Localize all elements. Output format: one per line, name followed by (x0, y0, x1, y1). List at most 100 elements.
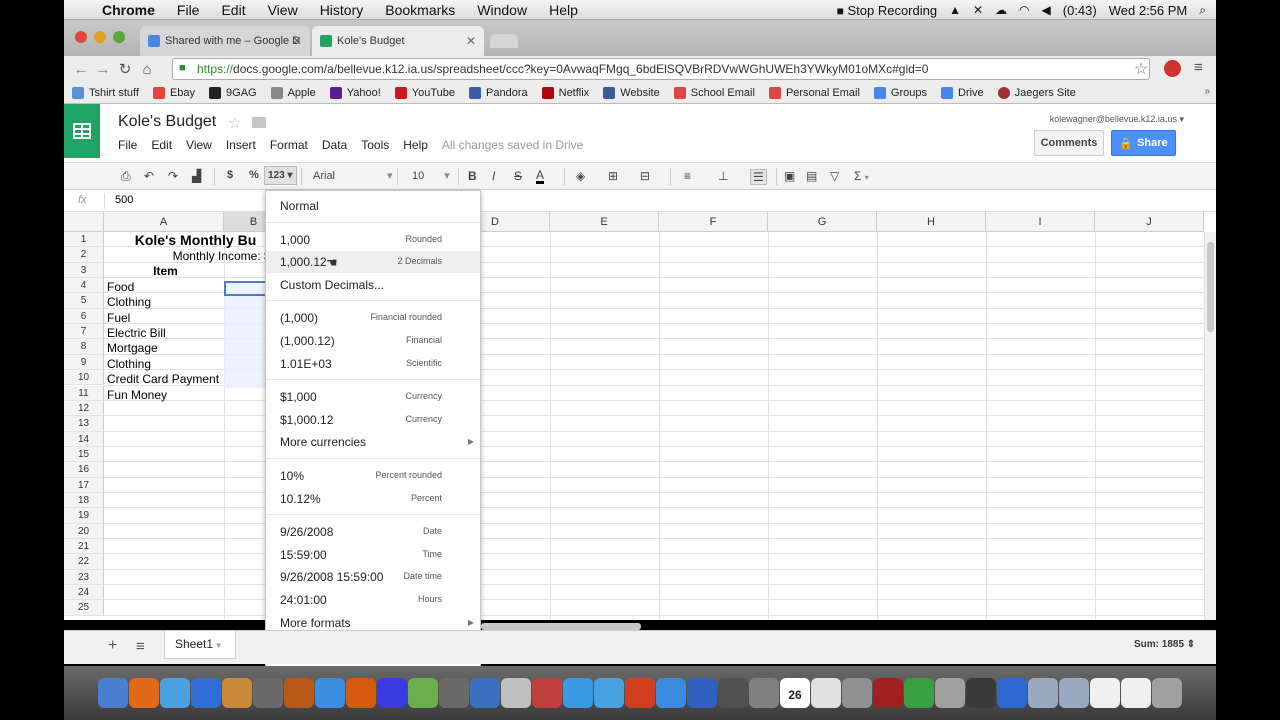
dock-app-icon[interactable] (656, 678, 686, 708)
row-header[interactable]: 19 (64, 508, 104, 524)
dock-app-icon[interactable] (470, 678, 500, 708)
dock-app-icon[interactable] (377, 678, 407, 708)
app-menu[interactable]: Chrome (102, 2, 155, 18)
cell-item[interactable]: Mortgage (104, 341, 224, 356)
zoom-window-icon[interactable] (113, 31, 125, 43)
dock-app-icon[interactable] (315, 678, 345, 708)
horizontal-scroll-thumb[interactable] (481, 623, 641, 630)
menu-help[interactable]: Help (549, 2, 578, 18)
spotlight-search-icon[interactable]: ⌕ (1199, 3, 1206, 18)
cell-item[interactable]: Clothing (104, 295, 224, 310)
dock-app-icon[interactable] (501, 678, 531, 708)
percent-format-button[interactable]: % (249, 169, 259, 181)
cloud-icon[interactable]: ☁ (995, 3, 1007, 17)
cell-a3-item-header[interactable]: Item (104, 264, 224, 279)
all-sheets-icon[interactable]: ≡ (136, 638, 145, 655)
select-all-corner[interactable] (64, 212, 104, 232)
row-header[interactable]: 20 (64, 523, 104, 539)
menu-bookmarks[interactable]: Bookmarks (385, 2, 455, 18)
text-color-button[interactable]: A (536, 169, 545, 184)
insert-comment-icon[interactable]: ▣ (784, 169, 795, 183)
row-header[interactable]: 1 (64, 232, 104, 248)
row-header[interactable]: 6 (64, 308, 104, 325)
account-email[interactable]: kolewagner@bellevue.k12.ia.us ▾ (1050, 114, 1184, 125)
format-option[interactable]: 9/26/2008 15:59:00 Date time (266, 566, 480, 588)
sum-status[interactable]: Sum: 1885 ⇕ (1134, 639, 1195, 650)
stop-recording[interactable]: ■ Stop Recording (837, 3, 938, 18)
dock-app-icon[interactable] (439, 678, 469, 708)
format-option[interactable]: 1,000 Rounded (266, 229, 480, 251)
insert-chart-icon[interactable]: ▤ (806, 169, 817, 183)
doc-menu-insert[interactable]: Insert (226, 138, 256, 152)
star-icon[interactable]: ☆ (228, 114, 241, 132)
format-option[interactable]: 24:01:00 Hours (266, 589, 480, 611)
bookmark-netflix[interactable]: Netflix (541, 86, 589, 99)
row-header[interactable]: 4 (64, 278, 104, 294)
format-option[interactable]: 1,000.12 2 Decimals (266, 251, 480, 274)
folder-icon[interactable] (252, 117, 266, 128)
dock-app-icon[interactable] (408, 678, 438, 708)
currency-format-button[interactable]: $ (227, 169, 233, 181)
dock-app-icon[interactable] (873, 678, 903, 708)
row-header[interactable]: 17 (64, 477, 104, 493)
row-header[interactable]: 22 (64, 554, 104, 570)
more-formats-button[interactable]: 123 ▾ (264, 166, 297, 185)
chrome-menu-icon[interactable]: ≡ (1194, 59, 1203, 76)
cell-item[interactable]: Clothing (104, 357, 224, 372)
doc-menu-view[interactable]: View (186, 138, 212, 152)
bookmark-website[interactable]: Website (603, 86, 660, 99)
format-option[interactable]: Normal (266, 195, 480, 217)
strikethrough-button[interactable]: S (514, 169, 522, 183)
row-header[interactable]: 9 (64, 354, 104, 371)
format-option[interactable]: More currencies ▶ (266, 431, 480, 453)
drive-icon[interactable]: ▲ (949, 3, 961, 17)
dock-app-icon[interactable] (563, 678, 593, 708)
dock-app-icon[interactable] (1090, 678, 1120, 708)
battery-status[interactable]: (0:43) (1063, 3, 1097, 18)
new-tab-button[interactable] (490, 34, 518, 48)
format-option[interactable]: 15:59:00 Time (266, 544, 480, 566)
dock-app-icon[interactable] (222, 678, 252, 708)
doc-menu-help[interactable]: Help (403, 138, 428, 152)
dock-app-icon[interactable] (1059, 678, 1089, 708)
bold-button[interactable]: B (468, 169, 477, 183)
row-header[interactable]: 21 (64, 539, 104, 555)
home-icon[interactable]: ⌂ (136, 61, 158, 78)
wifi-icon[interactable]: ◠ (1019, 3, 1029, 17)
bookmark-jaegers-site[interactable]: Jaegers Site (997, 86, 1076, 99)
close-tab-icon[interactable]: ✕ (292, 34, 302, 48)
tab-koles-budget[interactable]: Kole's Budget ✕ (312, 26, 484, 56)
fill-color-icon[interactable]: ◈ (576, 169, 585, 183)
format-option[interactable]: 1.01E+03 Scientific (266, 353, 480, 375)
row-header[interactable]: 14 (64, 431, 104, 447)
redo-icon[interactable]: ↷ (168, 169, 178, 183)
column-header-a[interactable]: A (104, 212, 224, 232)
row-header[interactable]: 25 (64, 600, 104, 616)
row-header[interactable]: 2 (64, 247, 104, 263)
bookmark-ebay[interactable]: Ebay (152, 86, 195, 99)
row-header[interactable]: 23 (64, 569, 104, 586)
dock-app-icon[interactable] (253, 678, 283, 708)
font-family-select[interactable]: Arial ▾ (313, 169, 393, 182)
functions-button[interactable]: Σ ▾ (854, 169, 869, 183)
wrap-text-icon[interactable]: ☰ (750, 169, 767, 185)
row-header[interactable]: 12 (64, 400, 104, 417)
volume-icon[interactable]: ◀ (1042, 3, 1051, 17)
bookmark-drive[interactable]: Drive (941, 86, 984, 99)
share-button[interactable]: 🔒 Share (1111, 130, 1176, 156)
doc-menu-data[interactable]: Data (322, 138, 347, 152)
bookmark-school-email[interactable]: School Email (673, 86, 755, 99)
scrollbar-thumb[interactable] (1207, 242, 1214, 332)
column-header-e[interactable]: E (550, 212, 659, 232)
bookmark-personal-email[interactable]: Personal Email (768, 86, 860, 99)
font-size-select[interactable]: 10 ▾ (412, 169, 450, 182)
close-tab-icon[interactable]: ✕ (466, 34, 476, 48)
column-header-h[interactable]: H (877, 212, 986, 232)
merge-cells-icon[interactable]: ⊟ (640, 169, 650, 183)
menu-file[interactable]: File (177, 2, 200, 18)
filter-icon[interactable]: ▽ (830, 169, 839, 183)
italic-button[interactable]: I (492, 169, 495, 183)
format-option[interactable]: (1,000) Financial rounded (266, 307, 480, 329)
clock[interactable]: Wed 2:56 PM (1109, 3, 1188, 18)
dock-app-icon[interactable] (749, 678, 779, 708)
